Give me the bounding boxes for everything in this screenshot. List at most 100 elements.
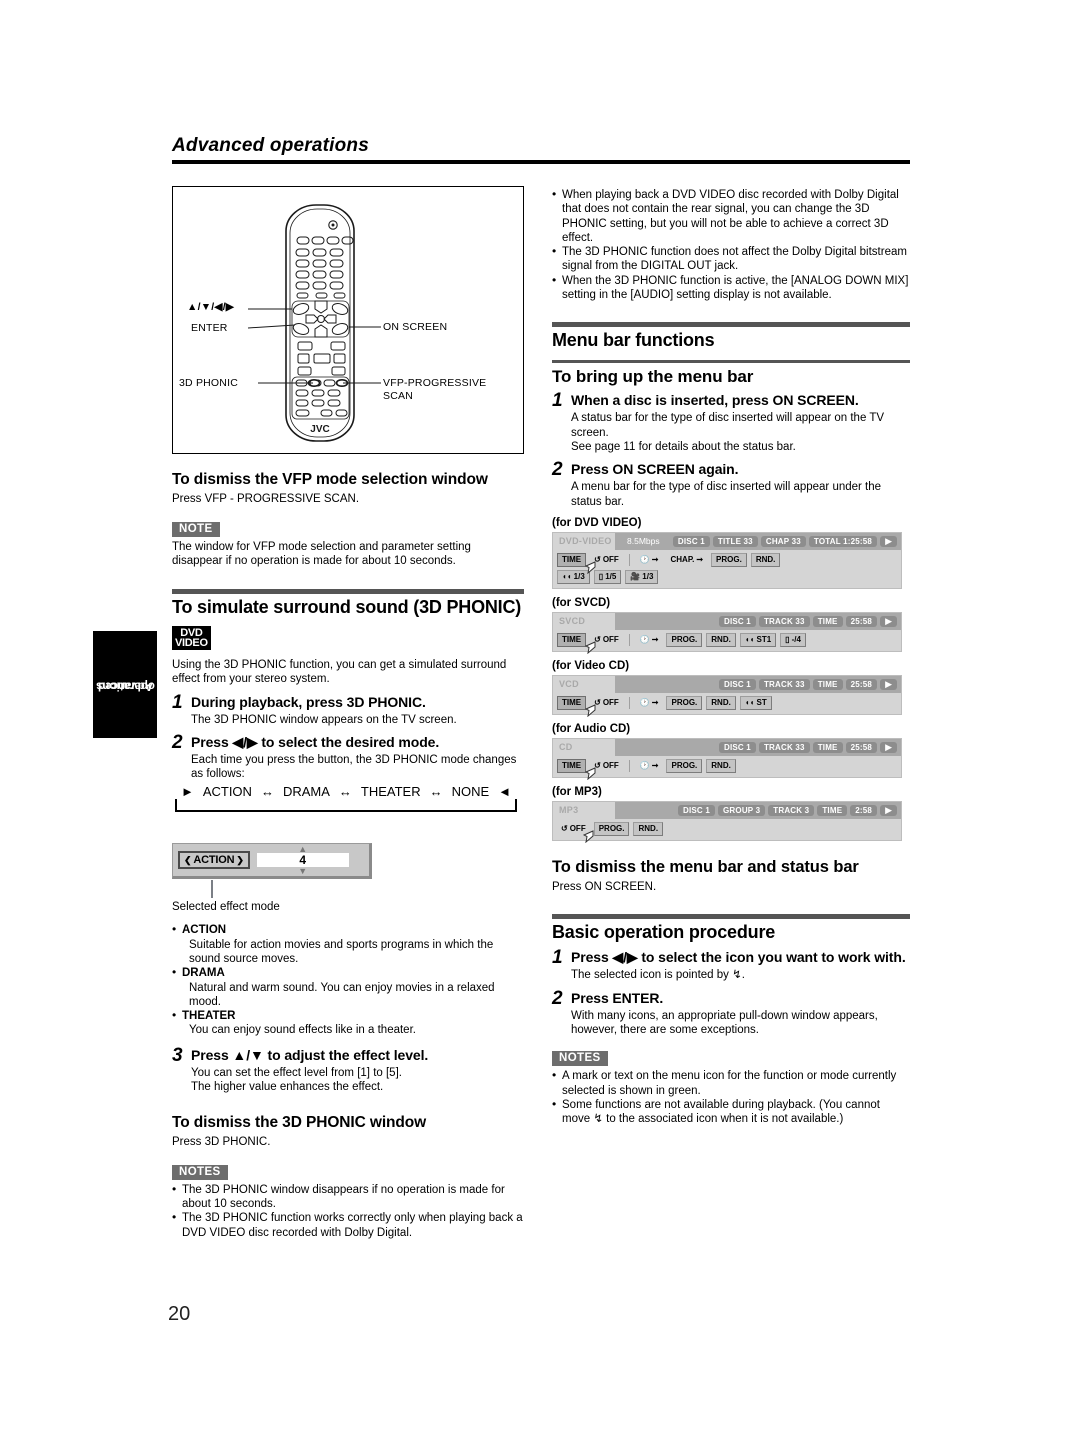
- step-2: 2 Press ◀/▶ to select the desired mode. …: [172, 731, 524, 782]
- mode-item-action: ACTION Suitable for action movies and sp…: [172, 922, 524, 966]
- time-search-button[interactable]: 🕑 ➞: [636, 554, 663, 566]
- mode-description-list: ACTION Suitable for action movies and sp…: [172, 922, 524, 1037]
- status-bar-row: CD DISC 1 TRACK 33 TIME 25:58 ▶: [553, 738, 901, 756]
- menu-step-1-number: 1: [552, 390, 563, 412]
- random-button[interactable]: RND.: [706, 695, 736, 710]
- basic-operation-section: Basic operation procedure 1 Press ◀/▶ to…: [552, 914, 910, 1126]
- program-button[interactable]: PROG.: [666, 695, 703, 710]
- time-search-button[interactable]: 🕑 ➞: [636, 697, 663, 709]
- dismiss-phonic-section: To dismiss the 3D PHONIC window Press 3D…: [172, 1114, 524, 1240]
- menu-step-2-text: A menu bar for the type of disc inserted…: [571, 481, 882, 508]
- menu-bar-functions-heading: Menu bar functions: [552, 330, 715, 351]
- basic-step-2: 2 Press ENTER. With many icons, an appro…: [552, 989, 910, 1038]
- phonic-intro: Using the 3D PHONIC function, you can ge…: [172, 658, 507, 686]
- step-2-number: 2: [172, 731, 183, 753]
- program-button[interactable]: PROG.: [666, 632, 703, 647]
- random-button[interactable]: RND.: [706, 758, 736, 773]
- chip-time-label: TIME: [812, 741, 843, 753]
- step-1-number: 1: [172, 691, 183, 713]
- menu-row-primary: TIME ↺ OFF 🕑 ➞ PROG. RND. ◖◖ ST: [553, 693, 901, 710]
- mode-name-action: ACTION: [182, 924, 227, 937]
- chip-total-time: TOTAL 1:25:58: [808, 535, 878, 547]
- program-button[interactable]: PROG.: [593, 821, 630, 836]
- camera-icon: 🎥: [630, 571, 641, 581]
- remote-control-illustration: JVC: [247, 204, 381, 442]
- play-icon: ▶: [880, 535, 897, 547]
- random-button[interactable]: RND.: [706, 632, 736, 647]
- right-chevron-icon: ❯: [236, 854, 244, 865]
- audio-button[interactable]: ◖◖ ST1: [739, 632, 777, 647]
- chip-disc: DISC 1: [718, 678, 756, 690]
- bring-up-menu-heading: To bring up the menu bar: [552, 367, 754, 387]
- chip-track: TRACK 33: [758, 678, 810, 690]
- time-button[interactable]: TIME: [557, 758, 587, 773]
- label-vfp-progressive: VFP-PROGRESSIVE: [383, 377, 487, 389]
- random-button[interactable]: RND.: [633, 821, 664, 836]
- chip-track: TRACK 33: [758, 615, 810, 627]
- dismiss-vfp-body: Press VFP - PROGRESSIVE SCAN.: [172, 493, 360, 505]
- status-bar-row: MP3 DISC 1 GROUP 3 TRACK 3 TIME 2:58 ▶: [553, 801, 901, 819]
- chip-time-value: 25:58: [845, 678, 878, 690]
- cycle-arrow-start: ►: [178, 784, 196, 800]
- step-3-number: 3: [172, 1044, 183, 1066]
- subtitle-button[interactable]: ▯ 1/5: [593, 569, 622, 584]
- program-button[interactable]: PROG.: [711, 552, 747, 567]
- effect-window-graphic: ❮ ACTION ❯ ▲ 4 ▼: [172, 843, 372, 899]
- clock-icon: 🕑: [639, 554, 650, 564]
- status-bar-row: DVD-VIDEO 8.5Mbps DISC 1 TITLE 33 CHAP 3…: [553, 532, 901, 550]
- menu-bar-caption-mp3: (for MP3): [552, 785, 602, 798]
- arrow-icon: ➞: [651, 634, 659, 644]
- random-button[interactable]: RND.: [750, 552, 781, 567]
- disc-type-label: VCD: [553, 675, 615, 693]
- chip-track: TRACK 3: [768, 804, 815, 816]
- arrow-icon: ➞: [696, 554, 704, 564]
- basic-step-1: 1 Press ◀/▶ to select the icon you want …: [552, 947, 910, 982]
- audio-icon: ◖◖: [562, 571, 572, 581]
- note-item: A mark or text on the menu icon for the …: [552, 1068, 910, 1098]
- label-on-screen: ON SCREEN: [383, 321, 448, 333]
- mode-cycle-diagram: ► ACTION ↔ DRAMA ↔ THEATER ↔ NONE ◄: [172, 784, 520, 831]
- label-enter: ENTER: [191, 322, 228, 334]
- time-search-button[interactable]: 🕑 ➞: [636, 634, 663, 646]
- status-bar-row: VCD DISC 1 TRACK 33 TIME 25:58 ▶: [553, 675, 901, 693]
- cursor-pointer-icon: [585, 561, 596, 574]
- mode-desc-action: Suitable for action movies and sports pr…: [189, 938, 494, 965]
- chapter-search-button[interactable]: CHAP. ➞: [666, 554, 707, 566]
- effect-mode-selector[interactable]: ❮ ACTION ❯: [178, 851, 250, 870]
- basic-step-2-text: With many icons, an appropriate pull-dow…: [571, 1009, 878, 1036]
- up-arrow-icon: ▲: [298, 844, 308, 855]
- menu-row-secondary: ◖◖ 1/3 ▯ 1/5 🎥 1/3: [553, 567, 901, 584]
- effect-mode-label: ACTION: [193, 854, 235, 867]
- chip-time-value: 2:58: [850, 804, 878, 816]
- effect-window-caption: Selected effect mode: [172, 901, 280, 914]
- chip-group: GROUP 3: [718, 804, 766, 816]
- basic-step-1-heading: Press ◀/▶ to select the icon you want to…: [571, 949, 906, 966]
- subtitle-button[interactable]: ▯ -/4: [780, 632, 806, 647]
- effect-level-stepper[interactable]: ▲ 4 ▼: [256, 844, 349, 877]
- program-button[interactable]: PROG.: [666, 758, 703, 773]
- menu-bar-vcd: VCD DISC 1 TRACK 33 TIME 25:58 ▶ TIME ↺ O…: [552, 674, 902, 717]
- left-column: JVC ▲/▼/◀/▶ ENTER 3D PHONIC ON SCREEN VF…: [172, 186, 524, 1240]
- step-2-text: Each time you press the button, the 3D P…: [191, 753, 517, 781]
- menu-row-primary: TIME ↺ OFF 🕑 ➞ PROG. RND. ◖◖ ST1 ▯ -/4: [553, 630, 901, 647]
- notes-badge: NOTES: [172, 1164, 228, 1180]
- basic-step-1-number: 1: [552, 947, 563, 969]
- time-search-button[interactable]: 🕑 ➞: [636, 760, 663, 772]
- menu-bar-caption-dvd: (for DVD VIDEO): [552, 516, 642, 529]
- step-3: 3 Press ▲/▼ to adjust the effect level. …: [172, 1044, 524, 1095]
- dismiss-menu-body: Press ON SCREEN.: [552, 880, 657, 893]
- note-item: Some functions are not available during …: [552, 1097, 910, 1127]
- note-item: The 3D PHONIC function works correctly o…: [172, 1210, 524, 1240]
- step-1-heading: During playback, press 3D PHONIC.: [191, 693, 426, 710]
- down-arrow-icon: ▼: [298, 866, 308, 877]
- menu-bar-caption-svcd: (for SVCD): [552, 596, 611, 609]
- audio-button[interactable]: ◖◖ ST: [739, 695, 772, 710]
- time-button[interactable]: TIME: [557, 552, 587, 567]
- dvd-badge-line1: DVD: [180, 626, 203, 639]
- angle-button[interactable]: 🎥 1/3: [625, 569, 659, 584]
- page-title: Advanced operations: [172, 135, 370, 156]
- dismiss-phonic-notes: The 3D PHONIC window disappears if no op…: [172, 1182, 524, 1240]
- status-bar-row: SVCD DISC 1 TRACK 33 TIME 25:58 ▶: [553, 612, 901, 630]
- time-button[interactable]: TIME: [557, 695, 587, 710]
- time-button[interactable]: TIME: [557, 632, 587, 647]
